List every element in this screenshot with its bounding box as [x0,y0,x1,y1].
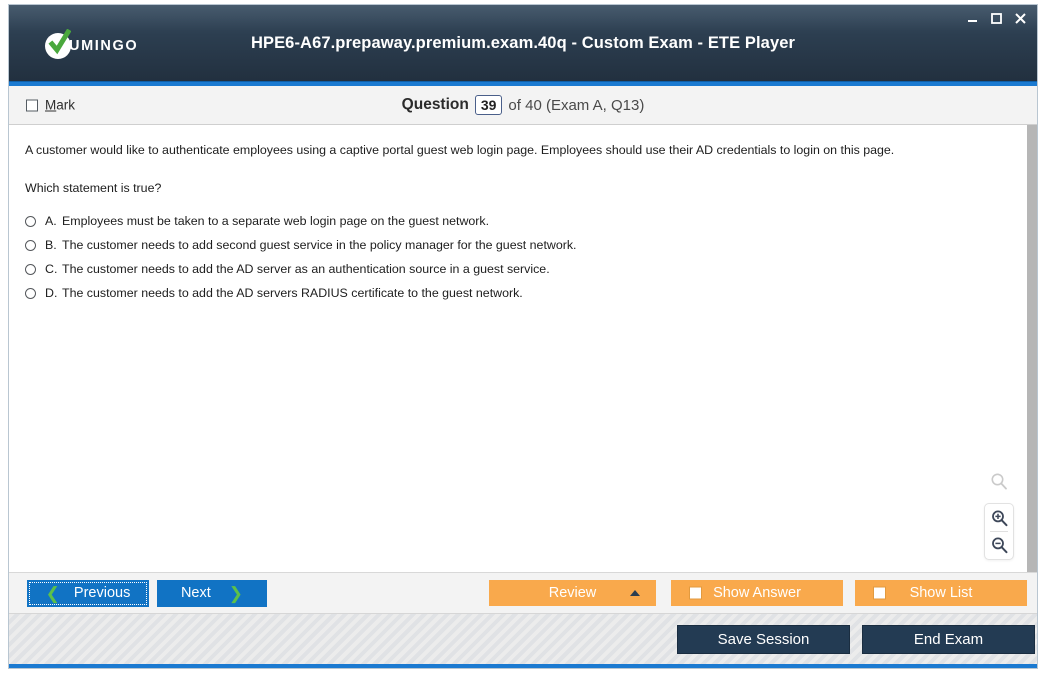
chevron-right-icon: ❯ [228,583,244,603]
window-title: HPE6-A67.prepaway.premium.exam.40q - Cus… [250,34,796,52]
question-number-input[interactable]: 39 [474,95,503,115]
question-prompt: Which statement is true? [25,180,162,195]
answer-option-a[interactable]: A. Employees must be taken to a separate… [25,214,1010,228]
desktop-background: UMINGO HPE6-A67.prepaway.premium.exam.40… [0,0,1046,673]
option-letter: B. [45,237,57,252]
option-text: Employees must be taken to a separate we… [62,213,490,228]
navigation-toolbar: ❮ Previous Next ❯ Review Show Answer Sho… [9,572,1037,613]
zoom-out-icon[interactable] [986,534,1012,556]
review-button-label: Review [548,585,597,601]
question-content: A customer would like to authenticate em… [9,125,1026,572]
previous-button[interactable]: ❮ Previous [27,579,149,607]
content-scrollbar[interactable] [1026,125,1037,572]
next-button-label: Next [180,585,211,601]
option-letter: C. [45,261,58,276]
show-answer-checkbox[interactable] [689,586,702,600]
show-list-checkbox[interactable] [873,586,886,600]
question-body: A customer would like to authenticate em… [25,143,895,157]
magnifier-icon[interactable] [989,472,1009,497]
answer-option-d[interactable]: D. The customer needs to add the AD serv… [25,286,1010,300]
show-list-button[interactable]: Show List [855,580,1027,606]
zoom-in-icon[interactable] [986,507,1012,529]
answer-option-c[interactable]: C. The customer needs to add the AD serv… [25,262,1010,276]
previous-button-label: Previous [73,585,131,601]
chevron-up-icon [630,590,640,596]
radio-icon[interactable] [25,215,36,227]
minimize-icon[interactable] [965,10,980,26]
radio-icon[interactable] [25,287,36,299]
save-session-label: Save Session [717,631,810,648]
question-header: Mark Question 39 of 40 (Exam A, Q13) [9,86,1037,125]
question-counter: Question 39 of 40 (Exam A, Q13) [9,95,1037,115]
option-letter: D. [45,285,58,300]
content-area: A customer would like to authenticate em… [9,125,1037,572]
question-total: of 40 (Exam A, Q13) [508,96,645,114]
maximize-icon[interactable] [989,10,1004,26]
end-exam-label: End Exam [913,631,984,648]
option-text: The customer needs to add the AD server … [62,261,550,276]
titlebar-sheen [9,5,1037,31]
show-answer-label: Show Answer [713,585,801,601]
ete-player-window: UMINGO HPE6-A67.prepaway.premium.exam.40… [8,4,1038,669]
footer-bar: Save Session End Exam [9,613,1037,668]
next-button[interactable]: Next ❯ [157,579,267,607]
end-exam-button[interactable]: End Exam [862,625,1035,654]
option-letter: A. [45,213,57,228]
option-text: The customer needs to add the AD servers… [62,285,523,300]
answer-option-b[interactable]: B. The customer needs to add second gues… [25,238,1010,252]
answer-options: A. Employees must be taken to a separate… [25,214,1010,300]
option-text: The customer needs to add second guest s… [62,237,577,252]
title-bar[interactable]: UMINGO HPE6-A67.prepaway.premium.exam.40… [9,5,1037,81]
close-icon[interactable] [1013,10,1028,26]
radio-icon[interactable] [25,239,36,251]
zoom-tool-cluster [982,472,1016,560]
checkmark-icon [45,29,71,59]
window-controls [965,10,1028,26]
save-session-button[interactable]: Save Session [677,625,850,654]
zoom-panel [984,503,1014,560]
footer-accent-bar [9,664,1037,668]
review-button[interactable]: Review [489,580,656,606]
chevron-left-icon: ❮ [45,583,60,603]
radio-icon[interactable] [25,263,36,275]
question-word: Question [401,96,469,113]
show-answer-button[interactable]: Show Answer [671,580,843,606]
zoom-divider [990,531,1008,532]
show-list-label: Show List [909,585,973,601]
